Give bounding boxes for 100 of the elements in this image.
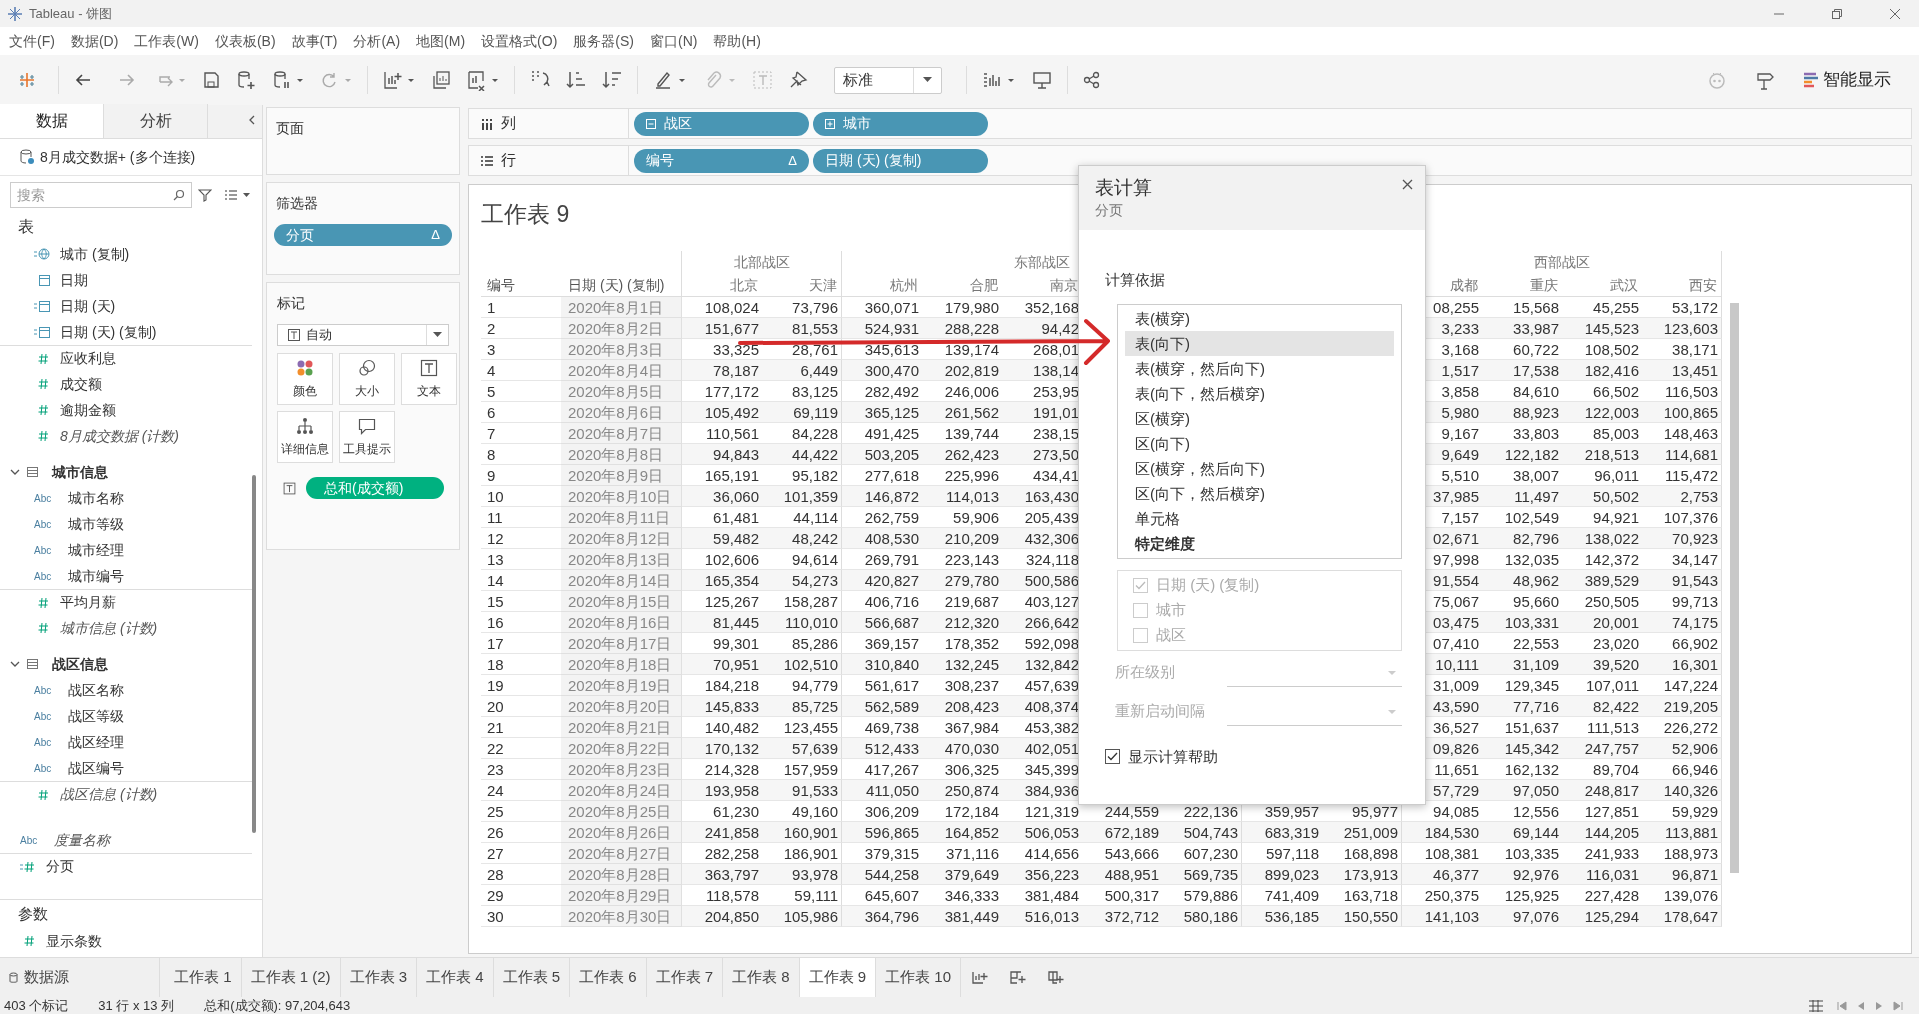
field-item[interactable]: Abc 城市名称 [0,485,252,511]
table-cell: 503,205 [842,444,922,465]
field-item[interactable]: 城市信息 (计数) [0,615,252,641]
field-item[interactable]: 逾期金额 [0,397,252,423]
new-worksheet-icon[interactable] [971,969,989,986]
menu-item[interactable]: 地图(M) [408,30,474,52]
field-item[interactable]: Abc 战区编号 [0,755,252,781]
previous-page-icon[interactable] [1857,1000,1865,1011]
menu-item[interactable]: 设置格式(O) [473,30,566,52]
row-header: 2020年8月29日 [561,885,682,906]
share-icon[interactable] [1082,70,1102,90]
list-view-icon[interactable] [224,188,252,201]
field-item[interactable]: Abc 城市等级 [0,511,252,537]
option-item[interactable]: 表(向下，然后横穿) [1125,380,1394,406]
mark-property-button[interactable]: 工具提示 [339,411,395,463]
table-cell: 178,647 [1642,906,1722,927]
filter-icon[interactable] [198,187,212,202]
section-header: 表 [17,217,35,237]
search-field[interactable]: 搜索 [10,181,192,208]
folder-item[interactable]: 城市信息 [0,459,252,485]
field-item[interactable]: 分页 [0,853,252,879]
folder-item[interactable]: 战区信息 [0,651,252,677]
clear-sheet-icon[interactable] [466,69,500,91]
menu-item[interactable]: 仪表板(B) [206,30,284,52]
field-item[interactable]: 应收利息 [0,345,252,371]
table-cell: 70,951 [682,654,762,675]
field-item[interactable]: Abc 战区等级 [0,703,252,729]
field-item[interactable]: Abc 度量名称 [0,827,252,853]
table-cell: 11,497 [1482,486,1562,507]
scrollbar[interactable] [1730,303,1739,873]
table-cell: 6,449 [762,360,842,381]
show-me-button[interactable]: 智能显示 [1804,67,1891,93]
next-page-icon[interactable] [1875,1000,1883,1011]
table-cell: 184,530 [1402,822,1482,843]
option-item[interactable]: 表(横穿，然后向下) [1125,355,1394,381]
field-item[interactable]: 显示条数 [0,928,262,954]
field-item[interactable]: Abc 城市经理 [0,537,252,563]
field-item[interactable]: 8月成交数据 (计数) [0,423,252,449]
option-item[interactable]: 区(向下) [1125,430,1394,456]
sheet-tab[interactable]: 工作表 9 [799,958,877,997]
close-icon[interactable] [1889,7,1901,20]
row-header: 2020年8月13日 [561,549,682,570]
close-icon[interactable] [1402,179,1413,190]
mark-property-button[interactable]: 颜色 [277,353,333,405]
field-item[interactable]: Abc 城市编号 [0,563,252,589]
save-icon[interactable] [201,70,221,90]
option-item[interactable]: 特定维度 [1125,530,1394,556]
speech-bubble-icon [358,416,376,435]
field-item[interactable]: 平均月薪 [0,589,252,615]
restore-icon[interactable] [1831,7,1843,20]
field-item[interactable]: Abc 战区经理 [0,729,252,755]
pane-tab[interactable]: 数据 [0,104,104,138]
scrollbar[interactable] [252,475,256,833]
field-item[interactable]: Abc 战区名称 [0,677,252,703]
menu-item[interactable]: 帮助(H) [705,30,769,52]
checkbox[interactable] [1105,749,1120,765]
field-item[interactable]: 日期 (天) [0,293,252,319]
menu-item[interactable]: 数据(D) [62,30,127,52]
mark-property-button[interactable]: 文本 [401,353,457,405]
menu-item[interactable]: 分析(A) [345,30,409,52]
field-item[interactable]: 战区信息 (计数) [0,781,252,807]
option-item[interactable]: 表(横穿) [1125,305,1394,331]
row-header: 2020年8月4日 [561,360,682,381]
last-page-icon[interactable] [1893,1000,1903,1011]
field-item[interactable]: 日期 [0,267,252,293]
presentation-icon[interactable] [1031,69,1053,91]
row-header: 2020年8月17日 [561,633,682,654]
grid-icon[interactable] [1809,999,1823,1012]
view-size-dropdown[interactable]: 标准 [834,66,942,94]
menu-item[interactable]: 窗口(N) [642,30,706,52]
field-item[interactable]: 日期 (天) (复制) [0,319,252,345]
new-sheet-icon[interactable] [382,69,416,91]
new-dashboard-icon[interactable] [1009,969,1027,986]
menu-item[interactable]: 服务器(S) [565,30,642,52]
mark-property-button[interactable]: 详细信息 [277,411,333,463]
column-header: 东部战区 [1013,253,1070,272]
mark-type-dropdown[interactable]: 自动 [277,324,449,346]
mark-property-button[interactable]: 大小 [339,353,395,405]
option-item[interactable]: 表(向下) [1125,330,1394,356]
menu-item[interactable]: 故事(T) [283,30,346,52]
field-item[interactable]: 成交额 [0,371,252,397]
table-cell: 36,060 [682,486,762,507]
sort-descending-icon[interactable] [601,69,623,91]
add-database-icon[interactable] [235,69,257,91]
duplicate-sheet-icon[interactable] [430,69,452,91]
data-source-name[interactable]: 8月成交数据+ (多个连接) [40,146,196,168]
option-item[interactable]: 区(横穿，然后向下) [1125,455,1394,481]
new-story-icon[interactable] [1047,969,1065,986]
pause-database-icon[interactable] [271,69,305,91]
logo-icon[interactable] [18,71,36,89]
option-item[interactable]: 区(向下，然后横穿) [1125,480,1394,506]
option-item[interactable]: 单元格 [1125,505,1394,531]
collapse-icon[interactable] [248,115,256,125]
sort-ascending-icon[interactable] [565,69,587,91]
option-item[interactable]: 区(横穿) [1125,405,1394,431]
menu-item[interactable]: 工作表(W) [126,30,207,52]
menu-item[interactable]: 文件(F) [1,30,63,52]
first-page-icon[interactable] [1837,1000,1847,1011]
field-item[interactable]: 城市 (复制) [0,241,252,267]
section-label: 计算依据 [1105,270,1166,290]
